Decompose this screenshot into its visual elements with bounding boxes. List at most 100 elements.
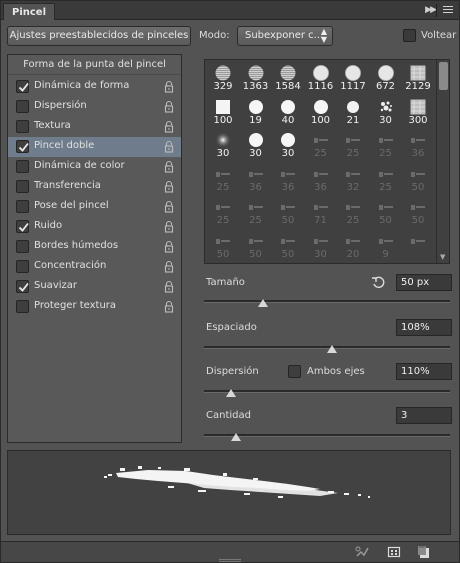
brush-tip-cell[interactable]: 36 [402, 129, 434, 161]
brush-tip-cell[interactable]: 1363 [240, 62, 272, 94]
both-axes-checkbox[interactable] [288, 365, 301, 378]
brush-tip-cell[interactable]: 25 [207, 196, 239, 228]
option-checkbox[interactable] [16, 220, 29, 233]
brush-tip-cell[interactable]: 36 [272, 163, 304, 195]
option-checkbox[interactable] [16, 300, 29, 313]
option-item[interactable]: Dinámica de color [8, 157, 181, 177]
option-checkbox[interactable] [16, 80, 29, 93]
spacing-slider-thumb[interactable] [326, 345, 337, 353]
brush-tip-cell[interactable]: 300 [402, 96, 434, 128]
option-checkbox[interactable] [16, 120, 29, 133]
option-item[interactable]: Transferencia [8, 177, 181, 197]
option-item[interactable]: Proteger textura [8, 297, 181, 317]
scatter-slider-thumb[interactable] [226, 389, 237, 397]
brush-tip-cell[interactable]: 25 [240, 196, 272, 228]
brush-tip-cell[interactable]: 25 [207, 163, 239, 195]
brush-tip-cell[interactable]: 25 [370, 129, 402, 161]
brush-tip-cell[interactable]: 50 [207, 230, 239, 262]
brush-tip-cell[interactable]: 100 [305, 96, 337, 128]
lock-icon[interactable] [164, 100, 174, 113]
brush-tip-cell[interactable]: 25 [337, 196, 369, 228]
flip-checkbox[interactable] [403, 29, 416, 42]
brush-tip-cell[interactable]: 30 [207, 129, 239, 161]
brush-tip-cell[interactable]: 25 [305, 129, 337, 161]
brush-tip-cell[interactable]: 21 [337, 96, 369, 128]
reset-size-icon[interactable] [371, 275, 385, 289]
lock-icon[interactable] [164, 240, 174, 253]
option-checkbox[interactable] [16, 140, 29, 153]
scatter-field[interactable]: 110% [396, 363, 452, 380]
collapse-icon[interactable]: ▶▶ [425, 5, 437, 15]
brush-tip-cell[interactable]: 32 [337, 163, 369, 195]
brush-tip-cell[interactable]: 50 [402, 196, 434, 228]
lock-icon[interactable] [164, 160, 174, 173]
count-slider-thumb[interactable] [230, 433, 241, 441]
option-checkbox[interactable] [16, 280, 29, 293]
grid-view-icon[interactable] [387, 545, 401, 559]
option-item[interactable]: Dispersión [8, 97, 181, 117]
lock-icon[interactable] [164, 80, 174, 93]
brush-tip-cell[interactable]: 40 [272, 96, 304, 128]
option-checkbox[interactable] [16, 240, 29, 253]
brush-tip-cell[interactable]: 329 [207, 62, 239, 94]
option-item[interactable]: Concentración [8, 257, 181, 277]
lock-icon[interactable] [164, 260, 174, 273]
brush-tip-cell[interactable]: 30 [240, 129, 272, 161]
panel-menu-icon[interactable] [439, 4, 453, 16]
brush-tip-cell[interactable]: 100 [207, 96, 239, 128]
brush-tip-cell[interactable]: 30 [370, 96, 402, 128]
lock-icon[interactable] [164, 140, 174, 153]
option-item[interactable]: Bordes húmedos [8, 237, 181, 257]
option-item[interactable]: Textura [8, 117, 181, 137]
spacing-field[interactable]: 108% [396, 319, 452, 336]
toggle-live-tip-icon[interactable] [355, 545, 369, 559]
brush-tip-cell[interactable]: 30 [272, 129, 304, 161]
scroll-down-icon[interactable]: ▼ [440, 253, 445, 261]
brush-tip-cell[interactable]: 36 [305, 163, 337, 195]
brush-tip-cell[interactable]: 50 [240, 230, 272, 262]
option-checkbox[interactable] [16, 160, 29, 173]
brush-tip-cell[interactable]: 25 [370, 163, 402, 195]
brush-tip-cell[interactable]: 672 [370, 62, 402, 94]
count-field[interactable]: 3 [396, 407, 452, 424]
count-slider[interactable] [204, 431, 450, 441]
lock-icon[interactable] [164, 200, 174, 213]
lock-icon[interactable] [164, 120, 174, 133]
grid-scroll-thumb[interactable] [439, 62, 448, 90]
option-item[interactable]: Pose del pincel [8, 197, 181, 217]
resize-grip[interactable] [219, 559, 241, 562]
brush-tip-cell[interactable]: 20 [337, 230, 369, 262]
brush-tip-shape-item[interactable]: Forma de la punta del pincel [8, 55, 181, 75]
brush-presets-button[interactable]: Ajustes preestablecidos de pinceles [7, 26, 191, 46]
tab-pincel[interactable]: Pincel [3, 3, 56, 20]
brush-tip-cell[interactable]: 2129 [402, 62, 434, 94]
lock-icon[interactable] [164, 280, 174, 293]
size-field[interactable]: 50 px [396, 274, 452, 291]
option-item[interactable]: Ruido [8, 217, 181, 237]
brush-tip-cell[interactable]: 9 [370, 230, 402, 262]
brush-tip-cell[interactable]: 30 [305, 230, 337, 262]
brush-tip-cell[interactable]: 50 [272, 230, 304, 262]
option-item[interactable]: Dinámica de forma [8, 77, 181, 97]
brush-tip-cell[interactable]: 19 [240, 96, 272, 128]
option-checkbox[interactable] [16, 200, 29, 213]
option-item[interactable]: Suavizar [8, 277, 181, 297]
option-item[interactable]: Pincel doble [8, 137, 181, 157]
spacing-slider[interactable] [204, 343, 450, 353]
scatter-slider[interactable] [204, 387, 450, 397]
brush-tip-cell[interactable]: 50 [402, 163, 434, 195]
brush-tip-cell[interactable]: 1116 [305, 62, 337, 94]
brush-tip-cell[interactable]: 25 [337, 129, 369, 161]
new-preset-icon[interactable] [417, 545, 431, 559]
grid-scrollbar[interactable]: ▼ [436, 60, 449, 263]
option-checkbox[interactable] [16, 260, 29, 273]
brush-tip-cell[interactable]: 36 [240, 163, 272, 195]
brush-tip-cell[interactable]: 50 [370, 196, 402, 228]
brush-tip-cell[interactable]: 71 [305, 196, 337, 228]
brush-tip-cell[interactable]: 1117 [337, 62, 369, 94]
mode-select[interactable]: Subexponer c... ▲ ▼ [237, 26, 333, 46]
size-slider-thumb[interactable] [258, 299, 269, 307]
option-checkbox[interactable] [16, 180, 29, 193]
lock-icon[interactable] [164, 180, 174, 193]
lock-icon[interactable] [164, 220, 174, 233]
